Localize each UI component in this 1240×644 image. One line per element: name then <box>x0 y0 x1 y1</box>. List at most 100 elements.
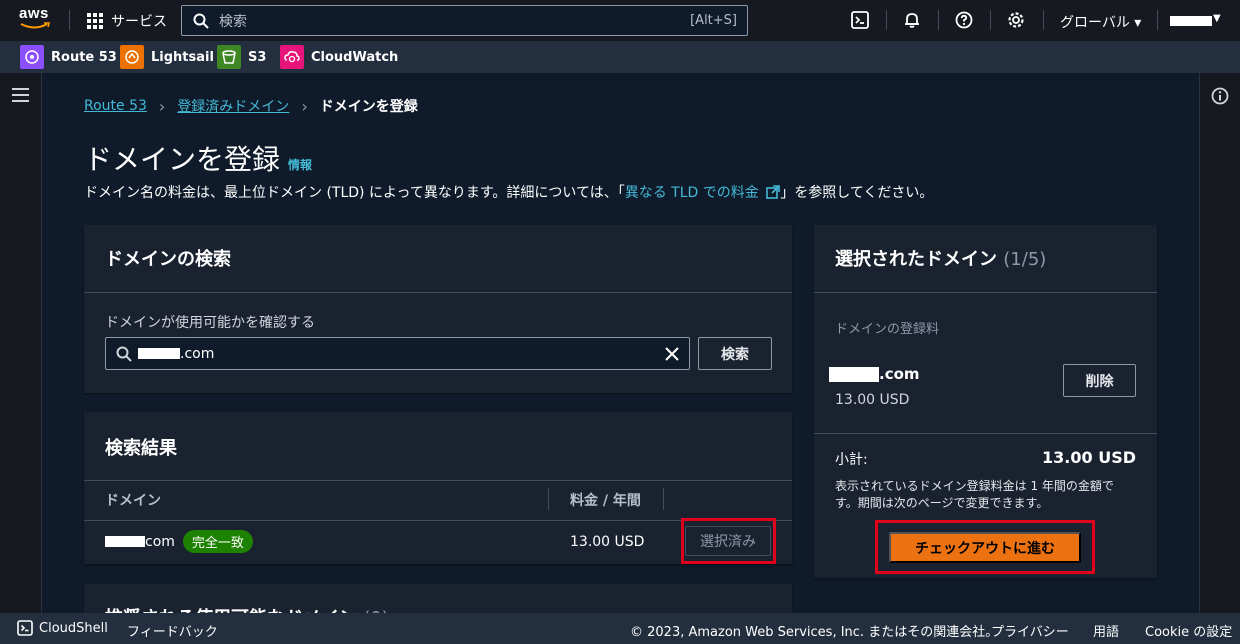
cloudshell-label: CloudShell <box>39 620 108 636</box>
cookie-settings-link[interactable]: Cookie の設定 <box>1145 621 1232 640</box>
global-search-input[interactable]: 検索 [Alt+S] <box>181 5 748 36</box>
cloudshell-icon[interactable] <box>850 10 870 30</box>
search-button[interactable]: 検索 <box>698 337 772 370</box>
divider <box>814 292 1157 293</box>
subtotal-value: 13.00 USD <box>1042 448 1136 467</box>
search-results-title: 検索結果 <box>105 438 177 459</box>
redacted-domain <box>105 536 145 547</box>
aws-logo[interactable]: aws <box>19 6 53 34</box>
search-shortcut: [Alt+S] <box>690 13 737 28</box>
favorite-label: CloudWatch <box>311 49 399 65</box>
search-results-panel: 検索結果 ドメイン 料金 / 年間 com 完全一致 13.00 USD 選択済… <box>84 412 792 564</box>
result-price: 13.00 USD <box>570 534 645 550</box>
clear-icon[interactable] <box>665 346 679 361</box>
caret-down-icon[interactable]: ▼ <box>1213 13 1221 24</box>
info-link[interactable]: 情報 <box>288 156 312 173</box>
nav-separator <box>886 10 887 30</box>
nav-separator <box>69 10 70 30</box>
page-title-text: ドメインを登録 <box>84 143 281 176</box>
availability-field-label: ドメインが使用可能かを確認する <box>105 315 315 331</box>
account-menu-redacted[interactable] <box>1170 16 1212 26</box>
favorite-label: S3 <box>248 49 267 65</box>
column-separator <box>548 488 549 510</box>
fee-note-line: 表示されているドメイン登録料金は 1 年間の金額で <box>835 479 1114 493</box>
aws-logo-text: aws <box>19 5 49 22</box>
copyright-text: © 2023, Amazon Web Services, Inc. またはその関… <box>630 625 999 640</box>
footer: CloudShell フィードバック © 2023, Amazon Web Se… <box>0 613 1240 644</box>
search-placeholder: 検索 <box>219 13 247 30</box>
registration-fee-label: ドメインの登録料 <box>835 322 940 337</box>
terms-link[interactable]: 用語 <box>1093 621 1119 640</box>
favorite-s3[interactable]: S3 <box>217 45 266 69</box>
right-rail <box>1199 73 1240 613</box>
highlight-box <box>875 520 1095 574</box>
divider <box>84 480 792 481</box>
selected-domains-title: 選択されたドメイン (1/5) <box>835 245 1046 271</box>
breadcrumb-registered-domains[interactable]: 登録済みドメイン <box>177 96 289 116</box>
feedback-link[interactable]: フィードバック <box>127 621 218 640</box>
column-header-domain[interactable]: ドメイン <box>105 490 161 510</box>
chevron-right-icon: › <box>158 96 166 116</box>
nav-separator <box>990 10 991 30</box>
aws-smile-icon <box>20 22 51 29</box>
help-icon[interactable] <box>954 10 974 30</box>
cloudwatch-icon <box>280 45 304 69</box>
region-selector[interactable]: グローバル ▾ <box>1060 12 1141 32</box>
table-row: com 完全一致 <box>105 530 253 553</box>
selected-domain-price: 13.00 USD <box>835 392 910 408</box>
selected-domains-panel: 選択されたドメイン (1/5) ドメインの登録料 .com 13.00 USD … <box>814 225 1157 578</box>
remove-button[interactable]: 削除 <box>1063 364 1136 397</box>
hamburger-menu-icon[interactable] <box>12 88 29 106</box>
input-domain-suffix: .com <box>180 345 215 362</box>
top-navigation: aws サービス 検索 [Alt+S] グローバル ▾ ▼ <box>0 0 1240 41</box>
divider <box>814 433 1157 434</box>
page-description: ドメイン名の料金は、最上位ドメイン (TLD) によって異なります。詳細について… <box>84 182 933 202</box>
favorites-bar: Route 53 Lightsail S3 CloudWatch <box>0 41 1240 73</box>
highlight-box <box>681 518 776 564</box>
selected-domains-count: (1/5) <box>1003 249 1047 270</box>
bell-icon[interactable] <box>902 10 922 30</box>
divider <box>84 292 792 293</box>
redacted-domain <box>829 366 879 382</box>
breadcrumb-current: ドメインを登録 <box>319 99 418 115</box>
domain-search-panel: ドメインの検索 ドメインが使用可能かを確認する .com 検索 <box>84 225 792 393</box>
cloudshell-icon <box>17 620 33 636</box>
fee-note-line: す。期間は次のページで変更できます。 <box>835 496 1049 510</box>
grid-icon <box>87 13 103 29</box>
result-domain-suffix: com <box>145 533 175 550</box>
selected-domain-suffix: .com <box>879 365 920 383</box>
privacy-link[interactable]: プライバシー <box>991 621 1069 640</box>
column-header-price[interactable]: 料金 / 年間 <box>570 490 641 510</box>
favorite-cloudwatch[interactable]: CloudWatch <box>280 45 398 69</box>
page-title: ドメインを登録 情報 <box>84 138 312 178</box>
tld-pricing-link-text: 異なる TLD での料金 <box>624 185 759 201</box>
lightsail-icon <box>120 45 144 69</box>
favorite-label: Lightsail <box>151 49 214 65</box>
breadcrumb-route53[interactable]: Route 53 <box>84 98 147 114</box>
search-icon <box>193 13 209 29</box>
gear-icon[interactable] <box>1006 10 1026 30</box>
nav-separator <box>1157 10 1158 30</box>
favorite-label: Route 53 <box>51 49 117 65</box>
services-menu[interactable]: サービス <box>87 11 167 31</box>
column-separator <box>663 488 664 510</box>
domain-search-input[interactable]: .com <box>105 337 690 370</box>
nav-separator <box>938 10 939 30</box>
domain-search-title: ドメインの検索 <box>105 249 231 270</box>
breadcrumb: Route 53 › 登録済みドメイン › ドメインを登録 <box>84 96 418 116</box>
fee-note: 表示されているドメイン登録料金は 1 年間の金額で す。期間は次のページで変更で… <box>835 478 1114 512</box>
chevron-right-icon: › <box>301 96 308 116</box>
desc-prefix: ドメイン名の料金は、最上位ドメイン (TLD) によって異なります。詳細について… <box>84 185 625 201</box>
route53-icon <box>20 45 44 69</box>
nav-separator <box>1043 10 1044 30</box>
subtotal-label: 小計: <box>835 452 868 468</box>
external-link-icon <box>766 185 781 199</box>
exact-match-badge: 完全一致 <box>182 530 253 553</box>
desc-suffix: 」を参照してください。 <box>780 185 934 201</box>
s3-bucket-icon <box>217 45 241 69</box>
tld-pricing-link[interactable]: 異なる TLD での料金 <box>625 185 781 201</box>
favorite-route53[interactable]: Route 53 <box>20 45 117 69</box>
info-icon[interactable] <box>1211 87 1229 109</box>
favorite-lightsail[interactable]: Lightsail <box>120 45 214 69</box>
cloudshell-link[interactable]: CloudShell <box>17 620 108 636</box>
